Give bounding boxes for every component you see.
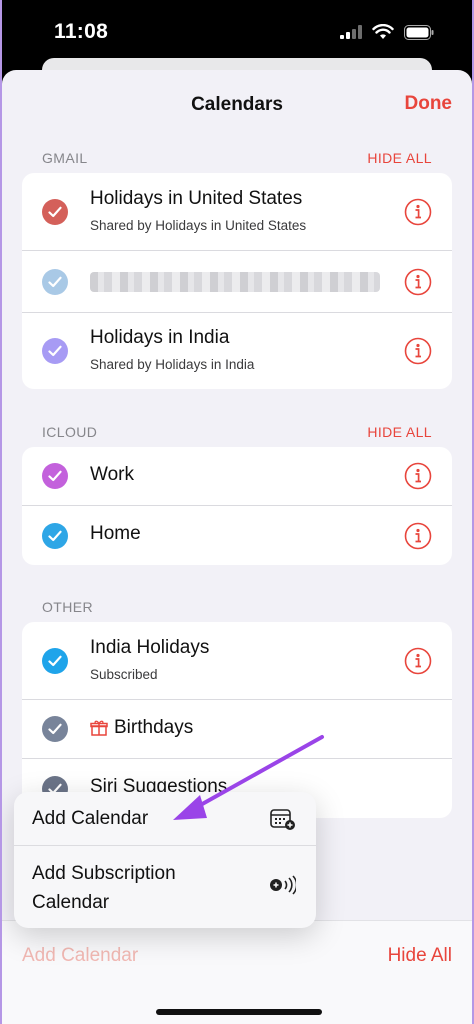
calendar-subtitle: Subscribed <box>90 667 158 682</box>
calendar-row-work[interactable]: Work <box>22 447 452 506</box>
menu-item-label: Add Calendar <box>32 808 149 829</box>
add-calendar-menu: Add Calendar Add Subscription Calendar <box>14 792 316 928</box>
section-title-other: OTHER <box>42 599 93 615</box>
battery-icon <box>404 24 434 40</box>
calendar-subtitle: Shared by Holidays in India <box>90 357 255 372</box>
done-button[interactable]: Done <box>405 93 453 115</box>
hide-all-toolbar-button[interactable]: Hide All <box>388 945 452 967</box>
calendar-row-india-holidays[interactable]: India Holidays Subscribed <box>22 622 452 700</box>
gmail-calendar-group: Holidays in United States Shared by Holi… <box>22 173 452 389</box>
add-calendar-toolbar-button[interactable]: Add Calendar <box>22 945 138 967</box>
bottom-toolbar: Add Calendar Hide All <box>2 920 472 1024</box>
calendar-row-private[interactable] <box>22 251 452 313</box>
info-icon[interactable] <box>404 268 432 296</box>
checkmark-icon[interactable] <box>42 647 68 674</box>
section-header-other: OTHER <box>42 599 432 615</box>
info-icon[interactable] <box>404 462 432 490</box>
gmail-hide-all-button[interactable]: HIDE ALL <box>367 150 432 166</box>
signal-icon <box>340 25 362 39</box>
checkmark-icon[interactable] <box>42 463 68 489</box>
wifi-icon <box>372 24 394 39</box>
calendar-name: Work <box>90 464 134 485</box>
calendar-row-home[interactable]: Home <box>22 506 452 565</box>
menu-item-add-subscription[interactable]: Add Subscription Calendar <box>14 847 316 928</box>
calendar-row-holidays-us[interactable]: Holidays in United States Shared by Holi… <box>22 173 452 251</box>
section-header-gmail: GMAIL HIDE ALL <box>42 150 432 166</box>
section-title-gmail: GMAIL <box>42 150 88 166</box>
section-title-icloud: ICLOUD <box>42 424 98 440</box>
phone-screen: 11:08 Calendars Done GMAIL HIDE ALL Holi… <box>0 0 474 1024</box>
gift-icon <box>90 720 108 736</box>
other-calendar-group: India Holidays Subscribed Birthdays Siri… <box>22 622 452 818</box>
checkmark-icon[interactable] <box>42 198 68 225</box>
navigation-bar: Calendars Done <box>2 70 472 138</box>
calendar-name: Birthdays <box>114 717 194 738</box>
blurred-email-name <box>90 272 380 292</box>
checkmark-icon[interactable] <box>42 268 68 295</box>
calendar-name: Home <box>90 523 141 544</box>
calendar-row-holidays-india[interactable]: Holidays in India Shared by Holidays in … <box>22 313 452 389</box>
icloud-calendar-group: Work Home <box>22 447 452 565</box>
calendar-name: India Holidays <box>90 637 210 658</box>
checkmark-icon[interactable] <box>42 522 68 549</box>
info-icon[interactable] <box>404 337 432 365</box>
calendar-subtitle: Shared by Holidays in United States <box>90 218 307 233</box>
status-icons <box>340 24 434 40</box>
section-header-icloud: ICLOUD HIDE ALL <box>42 424 432 440</box>
page-title: Calendars <box>191 94 283 115</box>
icloud-hide-all-button[interactable]: HIDE ALL <box>367 424 432 440</box>
info-icon[interactable] <box>404 647 432 675</box>
subscription-broadcast-icon <box>270 875 296 895</box>
calendar-name: Holidays in India <box>90 327 230 348</box>
checkmark-icon[interactable] <box>42 716 68 742</box>
info-icon[interactable] <box>404 522 432 550</box>
calendar-row-birthdays[interactable]: Birthdays <box>22 700 452 759</box>
info-icon[interactable] <box>404 198 432 226</box>
calendar-add-icon <box>270 809 295 830</box>
calendar-name: Holidays in United States <box>90 188 303 209</box>
menu-item-add-calendar[interactable]: Add Calendar <box>14 792 316 846</box>
home-indicator <box>156 1009 322 1015</box>
status-time: 11:08 <box>54 20 109 43</box>
checkmark-icon[interactable] <box>42 338 68 364</box>
